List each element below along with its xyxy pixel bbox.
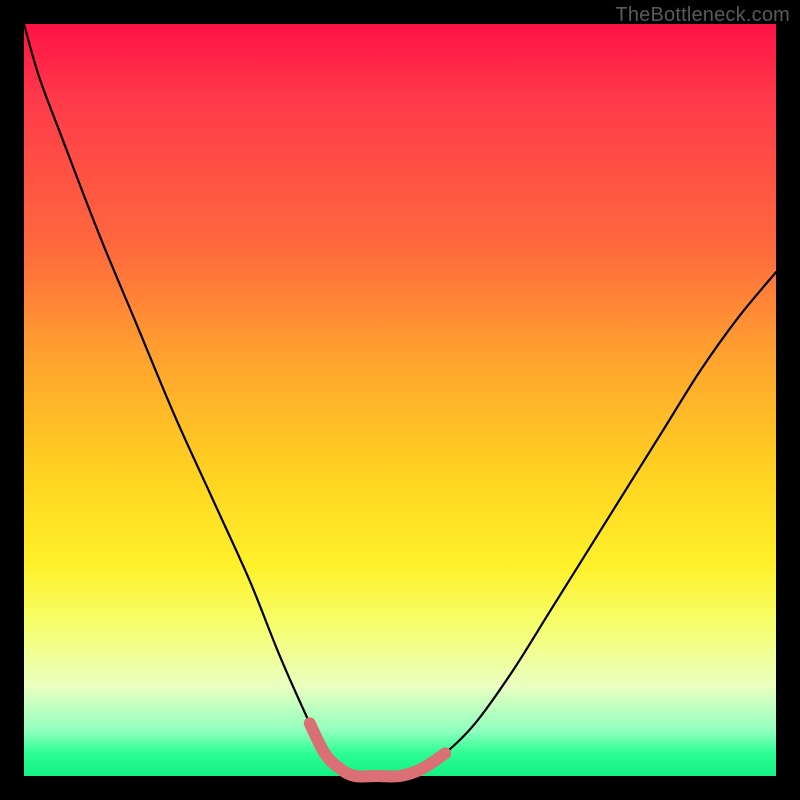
- curve-svg: [24, 24, 776, 776]
- optimal-range-highlight: [310, 723, 445, 776]
- plot-area: [24, 24, 776, 776]
- chart-container: TheBottleneck.com: [0, 0, 800, 800]
- bottleneck-curve: [24, 24, 776, 777]
